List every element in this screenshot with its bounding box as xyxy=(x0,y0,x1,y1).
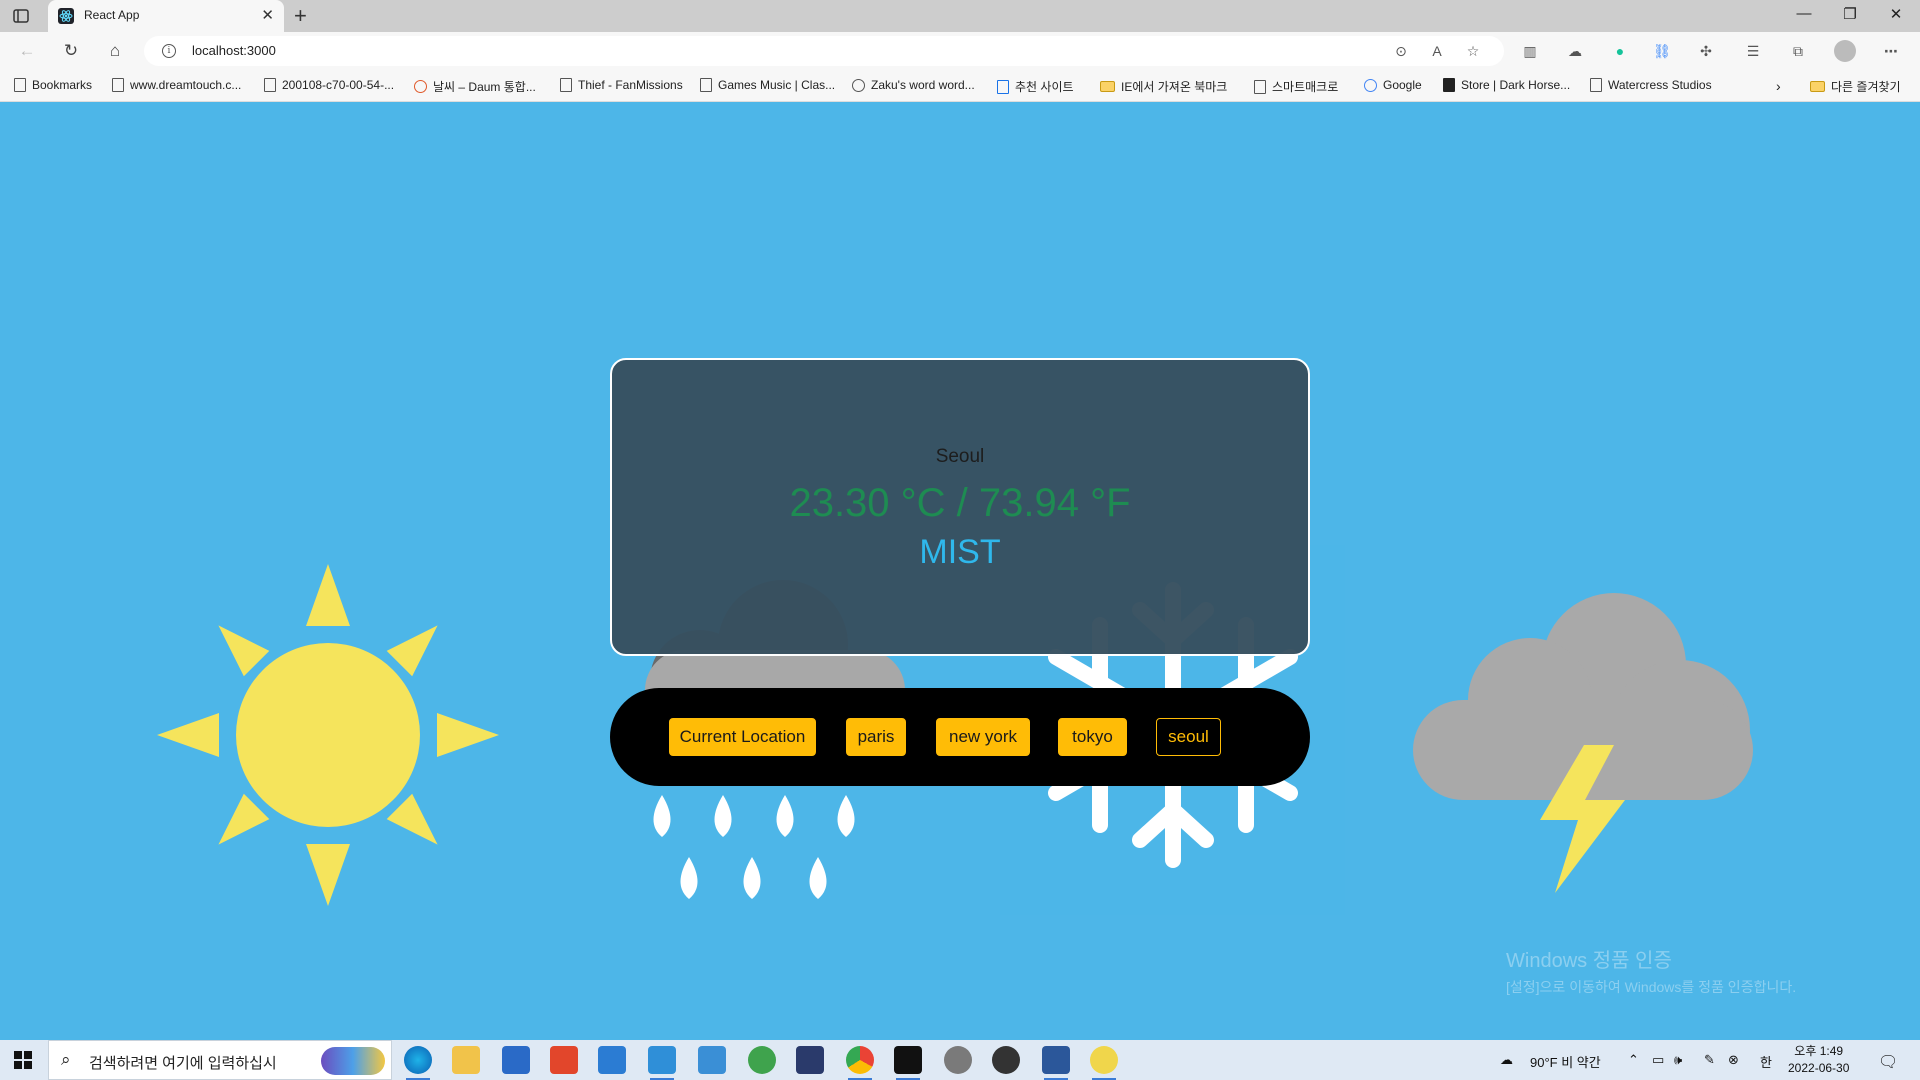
ime-indicator[interactable]: 한 xyxy=(1760,1052,1772,1071)
settings-app-icon[interactable] xyxy=(944,1046,972,1074)
kakaotalk-icon[interactable] xyxy=(1090,1046,1118,1080)
github-desktop-icon[interactable] xyxy=(992,1046,1020,1074)
edge-app-icon[interactable] xyxy=(404,1046,432,1080)
store-icon[interactable] xyxy=(502,1046,530,1074)
weather-tray-icon[interactable]: ☁ xyxy=(1500,1052,1513,1068)
file-explorer-icon[interactable] xyxy=(452,1046,480,1074)
city-button-bar: Current Location paris new york tokyo se… xyxy=(610,688,1310,786)
tray-app-icon[interactable]: ⊗ xyxy=(1728,1052,1739,1068)
clock-date: 2022-06-30 xyxy=(1788,1061,1850,1075)
tray-weather-text[interactable]: 90°F 비 약간 xyxy=(1530,1052,1601,1071)
chrome-icon[interactable] xyxy=(846,1046,874,1080)
tokyo-button[interactable]: tokyo xyxy=(1058,718,1127,756)
clock-time: 오후 1:49 xyxy=(1794,1044,1844,1058)
notepad-icon[interactable] xyxy=(698,1046,726,1074)
vscode-icon[interactable] xyxy=(648,1046,676,1080)
search-icon: ⌕ xyxy=(61,1050,71,1069)
volume-icon[interactable]: 🕪 xyxy=(1674,1052,1682,1068)
network-icon[interactable]: ▭ xyxy=(1652,1052,1664,1068)
temperature-text: 23.30 °C / 73.94 °F xyxy=(789,481,1131,525)
office-icon[interactable] xyxy=(550,1046,578,1074)
weather-card: Seoul 23.30 °C / 73.94 °F MIST xyxy=(610,358,1310,656)
pen-icon[interactable]: ✎ xyxy=(1704,1052,1715,1068)
windows-taskbar: ⌕ 검색하려면 여기에 입력하십시 ☁ 90°F 비 약간 ⌃ ▭ 🕪 ✎ ⊗ … xyxy=(0,1040,1920,1080)
taskbar-search-box[interactable]: ⌕ 검색하려면 여기에 입력하십시 xyxy=(48,1040,392,1080)
seoul-button[interactable]: seoul xyxy=(1156,718,1221,756)
notifications-icon[interactable]: 🗨 xyxy=(1878,1052,1898,1072)
clock[interactable]: 오후 1:49 2022-06-30 xyxy=(1788,1043,1849,1077)
new-york-button[interactable]: new york xyxy=(936,718,1030,756)
paris-button[interactable]: paris xyxy=(846,718,906,756)
spring-tool-icon[interactable] xyxy=(748,1046,776,1074)
sun-icon xyxy=(157,564,499,906)
thunder-cloud-icon xyxy=(1413,593,1753,893)
windows-start-icon[interactable] xyxy=(14,1051,32,1069)
windows-activation-watermark: Windows 정품 인증 [설정]으로 이동하여 Windows를 정품 인증… xyxy=(1506,950,1797,995)
city-name: Seoul xyxy=(935,446,985,467)
show-hidden-icons-icon[interactable]: ⌃ xyxy=(1628,1052,1639,1068)
search-placeholder: 검색하려면 여기에 입력하십시 xyxy=(89,1055,277,1072)
mail-icon[interactable] xyxy=(598,1046,626,1074)
sql-tool-icon[interactable] xyxy=(796,1046,824,1074)
terminal-icon[interactable] xyxy=(894,1046,922,1080)
weather-description: MIST xyxy=(919,533,1001,571)
current-location-button[interactable]: Current Location xyxy=(669,718,816,756)
word-icon[interactable] xyxy=(1042,1046,1070,1080)
search-highlight-icon xyxy=(321,1047,385,1075)
